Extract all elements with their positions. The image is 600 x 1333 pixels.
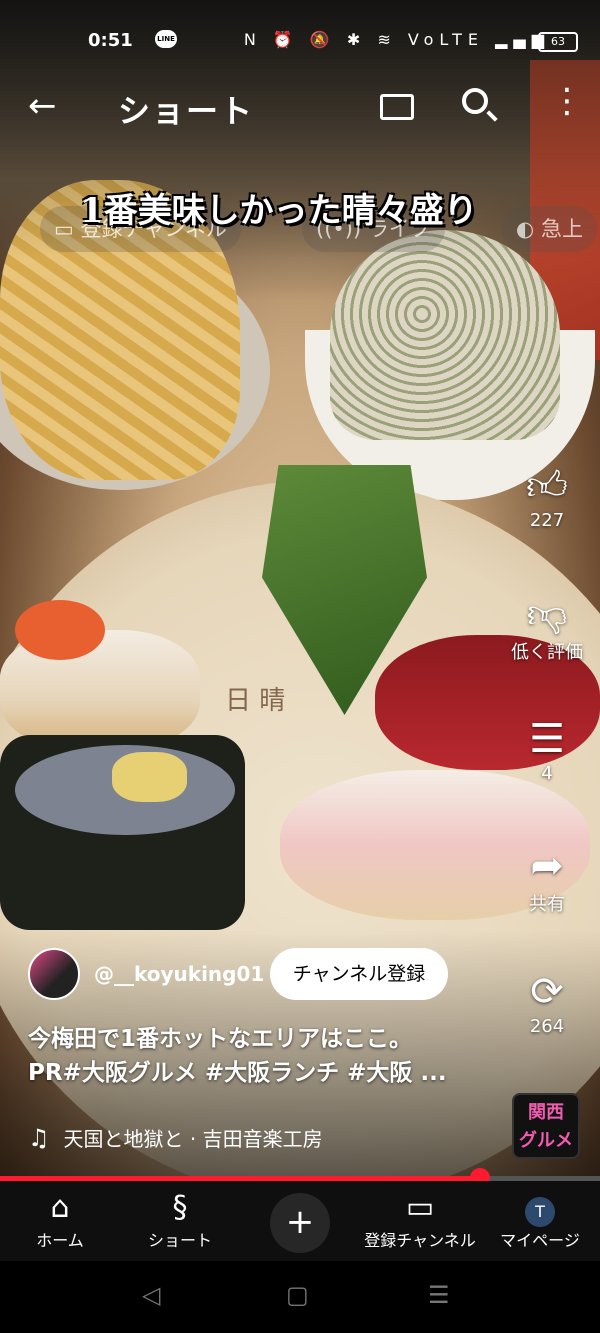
music-row[interactable]: ♫ 天国と地獄と · 吉田音楽工房: [28, 1123, 323, 1152]
channel-row: @__koyuking01 チャンネル登録: [28, 948, 478, 1003]
home-square-icon[interactable]: ▢: [286, 1281, 309, 1309]
more-vert-icon[interactable]: ⋮: [550, 84, 584, 118]
search-icon[interactable]: [462, 88, 488, 114]
top-bar: ← ショート ⋮: [0, 80, 600, 136]
create-button[interactable]: +: [270, 1193, 330, 1253]
channel-avatar[interactable]: [28, 948, 80, 1000]
music-title: 天国と地獄と · 吉田音楽工房: [63, 1127, 323, 1151]
status-time: 0:51: [88, 30, 133, 51]
plate-stamp: 日 晴: [225, 686, 286, 716]
user-avatar: T: [525, 1197, 555, 1227]
music-thumbnail[interactable]: 関西 グルメ: [512, 1093, 580, 1159]
subscribe-button[interactable]: チャンネル登録: [270, 948, 448, 1000]
recents-icon[interactable]: ☰: [428, 1281, 450, 1309]
back-triangle-icon[interactable]: ◁: [142, 1281, 160, 1309]
ginger-topping: [112, 752, 187, 802]
video-overlay-title: 1番美味しかった晴々盛り: [80, 191, 478, 231]
like-count: 227: [529, 510, 565, 531]
potato-salad: [330, 230, 560, 440]
comment-count: 4: [541, 763, 553, 784]
page-title: ショート: [118, 92, 255, 130]
comment-button[interactable]: ☰ 4: [505, 715, 589, 784]
bottom-nav: ⌂ ホーム § ショート + ▭ 登録チャンネル T マイページ: [0, 1181, 600, 1261]
music-note-icon: ♫: [28, 1124, 50, 1152]
remix-count: 264: [529, 1016, 565, 1037]
nav-mypage[interactable]: T マイページ: [480, 1189, 600, 1251]
dislike-button[interactable]: 👎︎ 低く評価: [505, 590, 589, 664]
roe-topping: [15, 600, 105, 660]
share-icon: ➦: [530, 843, 564, 889]
remix-icon: ⟳: [530, 969, 564, 1015]
home-icon: ⌂: [50, 1190, 70, 1225]
cast-icon[interactable]: [380, 94, 414, 120]
battery-icon: 63: [538, 32, 578, 52]
caption-line-1: 今梅田で1番ホットなエリアはここ。: [28, 1026, 413, 1052]
status-icons: N ⏰ 🔕 ✱ ≋ VoLTE ▂▄▆: [243, 30, 550, 49]
thumbs-up-icon: 👍︎: [526, 463, 568, 509]
subscriptions-icon: ▭: [405, 1190, 435, 1225]
status-bar: 0:51 LINE N ⏰ 🔕 ✱ ≋ VoLTE ▂▄▆ 63: [0, 22, 600, 62]
nav-home[interactable]: ⌂ ホーム: [0, 1189, 120, 1251]
caption-line-2: PR#大阪グルメ #大阪ランチ #大阪 ...: [28, 1060, 447, 1086]
share-label: 共有: [529, 894, 565, 915]
back-arrow-icon[interactable]: ←: [28, 86, 57, 126]
like-button[interactable]: 👍︎ 227: [505, 462, 589, 531]
thumbs-down-icon: 👎︎: [526, 591, 568, 637]
remix-button[interactable]: ⟳ 264: [505, 968, 589, 1037]
channel-handle[interactable]: @__koyuking01: [94, 962, 264, 986]
comment-icon: ☰: [529, 716, 565, 762]
nav-shorts[interactable]: § ショート: [120, 1189, 240, 1251]
nav-subscriptions[interactable]: ▭ 登録チャンネル: [360, 1189, 480, 1251]
share-button[interactable]: ➦ 共有: [505, 842, 589, 916]
chip-trending[interactable]: ◐ 急上: [502, 206, 597, 252]
shorts-icon: §: [172, 1190, 188, 1225]
line-app-icon: LINE: [155, 30, 177, 48]
dislike-label: 低く評価: [511, 642, 583, 663]
video-caption[interactable]: 今梅田で1番ホットなエリアはここ。 PR#大阪グルメ #大阪ランチ #大阪 ..…: [28, 1022, 488, 1090]
system-nav: ◁ ▢ ☰: [0, 1261, 600, 1333]
